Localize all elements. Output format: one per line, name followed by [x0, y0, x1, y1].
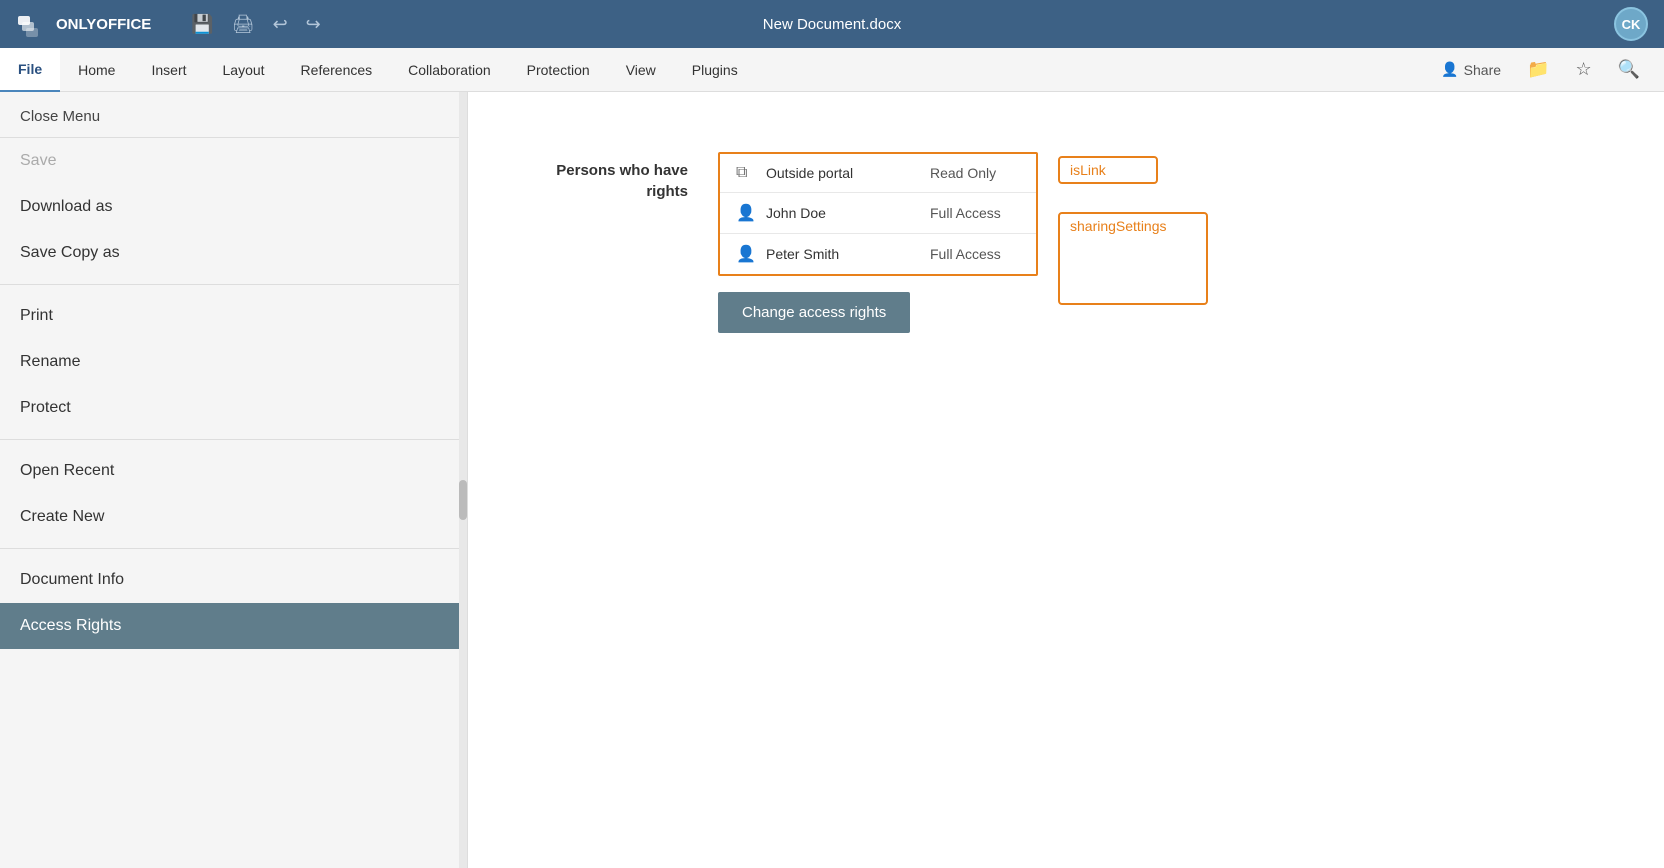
share-label: Share [1464, 62, 1501, 78]
rights-row-john-doe: 👤 John Doe Full Access [720, 193, 1036, 234]
logo-text: ONLYOFFICE [56, 16, 151, 33]
menu-item-view[interactable]: View [608, 48, 674, 92]
sidebar-item-save-copy-as-label: Save Copy as [20, 244, 120, 261]
divider-1 [0, 284, 467, 285]
sidebar-section-3: Open Recent Create New [0, 448, 467, 540]
sidebar-item-create-new-label: Create New [20, 508, 104, 525]
sidebar: Close Menu Save Download as Save Copy as… [0, 92, 468, 868]
document-title: New Document.docx [763, 16, 901, 33]
sidebar-item-document-info[interactable]: Document Info [0, 557, 467, 603]
user-icon-peter: 👤 [736, 244, 756, 264]
sidebar-item-print-label: Print [20, 307, 53, 324]
sharing-settings-badge: sharingSettings [1058, 212, 1208, 305]
menu-item-references[interactable]: References [283, 48, 391, 92]
access-rights-section: Persons who haverights ⧉ Outside portal … [528, 152, 1604, 333]
peter-smith-access: Full Access [930, 246, 1020, 262]
sidebar-item-document-info-label: Document Info [20, 571, 124, 588]
outside-portal-name: Outside portal [766, 165, 920, 181]
logo: ONLYOFFICE [16, 8, 151, 40]
divider-3 [0, 548, 467, 549]
share-button[interactable]: 👤 Share [1433, 57, 1509, 82]
rights-row-outside-portal: ⧉ Outside portal Read Only [720, 154, 1036, 193]
menu-bar: File Home Insert Layout References Colla… [0, 48, 1664, 92]
sidebar-item-open-recent[interactable]: Open Recent [0, 448, 467, 494]
sidebar-item-protect[interactable]: Protect [0, 385, 467, 431]
print-icon[interactable]: 🖨 [232, 14, 255, 35]
close-menu-item[interactable]: Close Menu [0, 92, 467, 138]
sidebar-section-1: Save Download as Save Copy as [0, 138, 467, 276]
is-link-badge: isLink [1058, 156, 1158, 184]
save-icon[interactable]: 💾 [191, 14, 213, 35]
title-bar-right: CK [1614, 7, 1648, 41]
sidebar-item-protect-label: Protect [20, 399, 71, 416]
content-area: Persons who haverights ⧉ Outside portal … [468, 92, 1664, 868]
sidebar-section-4: Document Info Access Rights [0, 557, 467, 649]
menu-item-collaboration[interactable]: Collaboration [390, 48, 509, 92]
sidebar-item-create-new[interactable]: Create New [0, 494, 467, 540]
redo-icon[interactable]: ↪ [306, 14, 321, 35]
sidebar-item-save-copy-as[interactable]: Save Copy as [0, 230, 467, 276]
sidebar-item-download-as[interactable]: Download as [0, 184, 467, 230]
john-doe-access: Full Access [930, 205, 1020, 221]
link-icon: ⧉ [736, 164, 756, 182]
change-access-rights-button[interactable]: Change access rights [718, 292, 910, 333]
sidebar-item-print[interactable]: Print [0, 293, 467, 339]
scrollbar-track [459, 92, 467, 868]
undo-icon[interactable]: ↩ [273, 14, 288, 35]
sidebar-item-rename-label: Rename [20, 353, 80, 370]
title-bar: ONLYOFFICE 💾 🖨 ↩ ↪ New Document.docx CK [0, 0, 1664, 48]
menu-bar-right: 👤 Share 📁 ☆ 🔍 [1433, 55, 1664, 84]
sidebar-item-rename[interactable]: Rename [0, 339, 467, 385]
rights-panel: ⧉ Outside portal Read Only 👤 John Doe Fu… [718, 152, 1038, 333]
badges-wrapper: ⧉ Outside portal Read Only 👤 John Doe Fu… [718, 152, 1038, 333]
sidebar-item-access-rights[interactable]: Access Rights [0, 603, 467, 649]
sidebar-section-2: Print Rename Protect [0, 293, 467, 431]
onlyoffice-logo-icon [16, 8, 48, 40]
close-menu-label: Close Menu [20, 108, 100, 125]
menu-item-insert[interactable]: Insert [133, 48, 204, 92]
title-bar-icons: 💾 🖨 ↩ ↪ [191, 14, 320, 35]
sidebar-item-save-label: Save [20, 152, 56, 169]
star-icon[interactable]: ☆ [1567, 55, 1599, 84]
peter-smith-name: Peter Smith [766, 246, 920, 262]
scrollbar-thumb[interactable] [459, 480, 467, 520]
rights-table: ⧉ Outside portal Read Only 👤 John Doe Fu… [718, 152, 1038, 276]
divider-2 [0, 439, 467, 440]
sidebar-item-open-recent-label: Open Recent [20, 462, 114, 479]
menu-item-plugins[interactable]: Plugins [674, 48, 756, 92]
search-icon[interactable]: 🔍 [1610, 55, 1648, 84]
persons-label: Persons who haverights [528, 152, 688, 202]
sidebar-item-download-as-label: Download as [20, 198, 113, 215]
user-avatar[interactable]: CK [1614, 7, 1648, 41]
folder-icon[interactable]: 📁 [1519, 55, 1557, 84]
menu-item-protection[interactable]: Protection [509, 48, 608, 92]
sidebar-item-save: Save [0, 138, 467, 184]
main-layout: Close Menu Save Download as Save Copy as… [0, 92, 1664, 868]
share-icon: 👤 [1441, 61, 1458, 78]
outside-portal-access: Read Only [930, 165, 1020, 181]
menu-item-file[interactable]: File [0, 48, 60, 92]
menu-item-home[interactable]: Home [60, 48, 133, 92]
user-icon-john: 👤 [736, 203, 756, 223]
rights-row-peter-smith: 👤 Peter Smith Full Access [720, 234, 1036, 274]
john-doe-name: John Doe [766, 205, 920, 221]
sidebar-item-access-rights-label: Access Rights [20, 617, 121, 634]
menu-item-layout[interactable]: Layout [205, 48, 283, 92]
